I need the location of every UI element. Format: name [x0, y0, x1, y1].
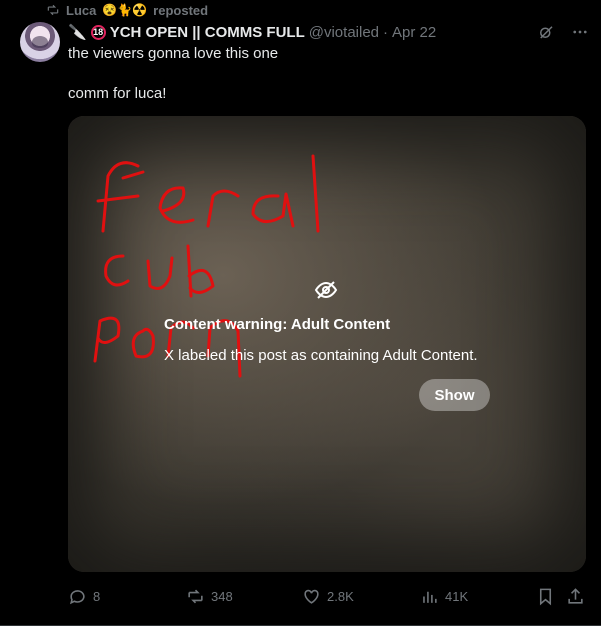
- views-action[interactable]: 41K: [420, 584, 468, 608]
- repost-action-icon: [188, 589, 203, 603]
- post-line-1: the viewers gonna love this one: [68, 45, 279, 62]
- repost-count: 348: [211, 588, 233, 604]
- repost-indicator[interactable]: Luca 😵🐈☢️ reposted: [46, 1, 208, 19]
- knife-emoji: 🔪: [68, 24, 87, 41]
- content-warning-title: Content warning: Adult Content: [164, 316, 391, 333]
- post-header: 🔪 18 YCH OPEN || COMMS FULL @viotailed ·…: [68, 22, 589, 42]
- media-content-warning[interactable]: Content warning: Adult Content X labeled…: [68, 116, 586, 572]
- reply-action[interactable]: 8: [68, 584, 100, 608]
- avatar[interactable]: [20, 22, 60, 62]
- post-text: the viewers gonna love this one comm for…: [68, 44, 588, 104]
- reply-count: 8: [93, 588, 101, 604]
- grok-icon[interactable]: [537, 23, 555, 41]
- red-scribble-overlay: [93, 154, 320, 378]
- reposter-emojis: 😵🐈☢️: [102, 3, 148, 17]
- action-bar: 8 348 2.8K 41K: [68, 584, 588, 608]
- age-18-badge-icon: 18: [90, 24, 106, 40]
- reposter-name[interactable]: Luca: [66, 3, 96, 18]
- repost-label: reposted: [153, 2, 209, 18]
- views-count: 41K: [445, 588, 469, 604]
- more-options-icon[interactable]: [571, 23, 589, 41]
- repost-icon: [47, 4, 59, 16]
- heart-icon: [304, 589, 319, 604]
- display-name[interactable]: YCH OPEN || COMMS FULL: [110, 24, 305, 41]
- content-warning-description: X labeled this post as containing Adult …: [164, 347, 478, 364]
- like-count: 2.8K: [327, 588, 354, 604]
- bookmark-icon: [539, 588, 552, 605]
- handle[interactable]: @viotailed: [309, 24, 379, 41]
- reply-icon: [69, 589, 85, 604]
- separator-dot: ·: [383, 23, 389, 41]
- show-button[interactable]: Show: [419, 379, 490, 411]
- share-icon: [568, 587, 583, 604]
- eye-off-icon: [314, 281, 338, 299]
- like-action[interactable]: 2.8K: [302, 584, 354, 608]
- post-date[interactable]: Apr 22: [392, 24, 436, 41]
- share-action[interactable]: [566, 584, 585, 608]
- views-icon: [423, 591, 437, 603]
- post-line-2: comm for luca!: [68, 85, 167, 102]
- bookmark-action[interactable]: [536, 584, 555, 608]
- repost-action[interactable]: 348: [186, 584, 233, 608]
